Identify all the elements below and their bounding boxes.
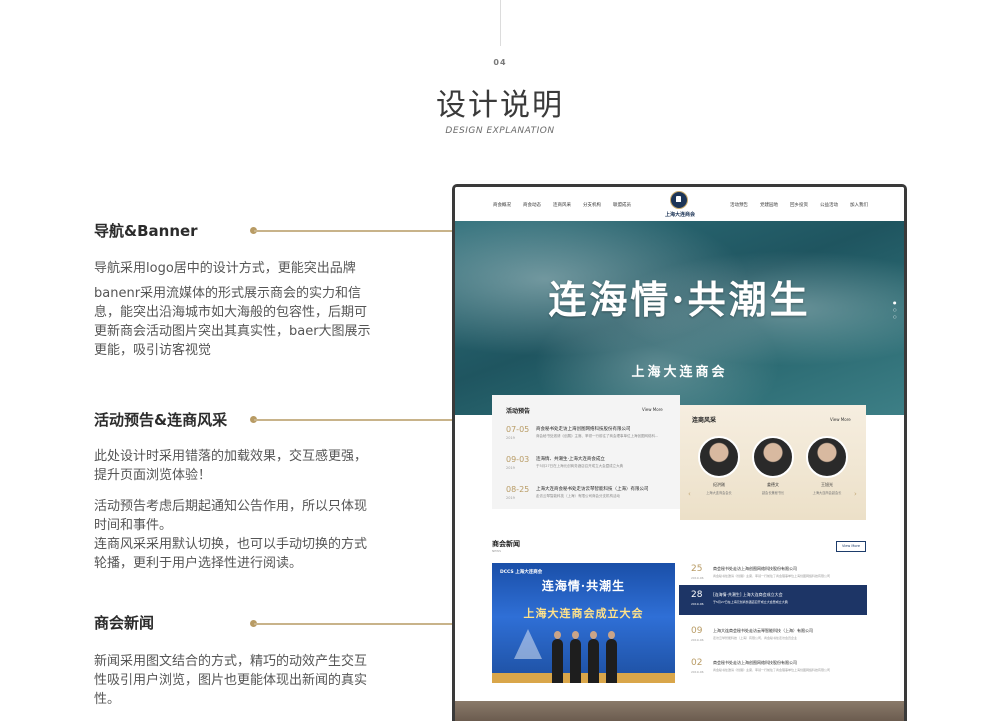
activity-desc: 于5月27日在上海元创商务酒店召开成立大会暨成立大典 — [536, 464, 624, 468]
feature-paragraph: 连商风采采用默认切换，也可以手动切换的方式轮播，更利于用户选择性进行阅读。 — [94, 537, 368, 571]
activity-date: 08-25 — [506, 485, 530, 494]
activity-headline: 上海大连商会秘书处走访云琴智能科技（上海）有限公司 — [536, 487, 649, 492]
news-desc: 走访云琴智能科技（上海）有限公司，商会秘书处走访会员企业 — [713, 636, 798, 640]
activity-date: 09-03 — [506, 455, 530, 464]
nav-item[interactable]: 党建园地 — [760, 202, 778, 208]
news-day: 28 — [691, 590, 703, 600]
member-card[interactable]: 纪洪刚 上海大连商会会长 — [697, 436, 741, 495]
connector-line — [254, 623, 458, 625]
news-title: 商会新闻 — [492, 540, 520, 548]
member-card[interactable]: 王旭光 上海大连商会副会长 — [805, 436, 849, 495]
sailing-ship-icon — [514, 629, 542, 659]
members-title: 连商风采 — [692, 417, 717, 424]
section-number: 04 — [493, 58, 507, 67]
news-year-month: 2019-06 — [691, 602, 704, 606]
feature-paragraph: 活动预告考虑后期起通知公告作用，所以只体现时间和事件。 — [94, 499, 368, 533]
members-view-more[interactable]: View More — [830, 417, 851, 422]
news-item-active[interactable]: 28 2019-06 [连海情·共潮生] 上海大连商会成立大会 于5月27日在上… — [679, 585, 867, 615]
member-showcase-panel: 连商风采 View More ‹ 纪洪刚 上海大连商会会长 姜德文 副会长兼秘书… — [680, 405, 866, 520]
member-name: 王旭光 — [821, 482, 833, 487]
nav-item[interactable]: 加入我们 — [850, 202, 868, 208]
activity-view-more[interactable]: View More — [642, 407, 663, 412]
connector-line — [254, 419, 458, 421]
feature-paragraph: banenr采用流媒体的形式展示商会的实力和信息，能突出沿海城市如大海般的包容性… — [94, 286, 371, 358]
nav-item[interactable]: 回乡投资 — [790, 202, 808, 208]
activity-date: 07-05 — [506, 425, 530, 434]
avatar — [698, 436, 740, 478]
logo-text: 上海大连商会 — [664, 212, 695, 218]
nav-item[interactable]: 联盟成员 — [613, 202, 631, 208]
feature-paragraph: 此处设计时采用错落的加载效果，交互感更强，提升页面浏览体验！ — [94, 449, 368, 483]
news-image-title: 连海情·共潮生 — [541, 579, 626, 593]
section-title: 设计说明 — [436, 88, 564, 123]
news-year-month: 2019-06 — [691, 576, 704, 580]
chevron-left-icon[interactable]: ‹ — [688, 490, 691, 498]
avatar — [806, 436, 848, 478]
section-subtitle: DESIGN EXPLANATION — [445, 126, 555, 136]
news-day: 25 — [691, 564, 703, 574]
banner-title: 连海情·共潮生 — [548, 277, 811, 322]
news-headline: [连海情·共潮生] 上海大连商会成立大会 — [713, 592, 783, 597]
news-item[interactable]: 02 2019-06 商会秘书处走访上海创图网络科技股份有限公司 商会秘书处邀请… — [679, 653, 867, 683]
news-desc: 商会秘书处邀请《创展》主席、率领一行前往了商会理事单位上海创图网络科技有限公司 — [713, 574, 831, 578]
activity-preview-panel: 活动预告 View More 07-05 2019 商会秘书处走访上海创图网络科… — [492, 395, 680, 509]
news-headline: 上海大连商会秘书处走访云琴智能科技（上海）有限公司 — [713, 628, 813, 633]
site-nav: 商会概况 商会动态 连商风采 分支机构 联盟成员 上海大连商会 活动预告 党建园… — [455, 187, 904, 221]
website-mockup: 商会概况 商会动态 连商风采 分支机构 联盟成员 上海大连商会 活动预告 党建园… — [452, 184, 907, 721]
news-headline: 商会秘书处走访上海创图网络科技股份有限公司 — [713, 566, 797, 571]
member-name: 姜德文 — [767, 482, 779, 487]
news-feature-image[interactable]: DCCS 上海大连商会 连海情·共潮生 上海大连商会成立大会 — [492, 563, 675, 683]
feature-paragraph: 导航采用logo居中的设计方式，更能突出品牌 — [94, 261, 356, 276]
news-day: 09 — [691, 626, 703, 636]
news-desc: 于5月27日在上海元创商务酒店召开成立大会暨成立大典 — [713, 600, 788, 604]
chevron-right-icon[interactable]: › — [854, 490, 857, 498]
news-day: 02 — [691, 658, 703, 668]
feature-activity-members: 活动预告&连商风采 此处设计时采用错落的加载效果，交互感更强，提升页面浏览体验！… — [94, 409, 374, 573]
top-divider-line — [500, 0, 501, 46]
banner-subtitle: 上海大连商会 — [631, 365, 728, 380]
feature-nav-banner: 导航&Banner 导航采用logo居中的设计方式，更能突出品牌 banenr采… — [94, 220, 374, 360]
person-figure — [588, 631, 599, 683]
avatar — [752, 436, 794, 478]
nav-item[interactable]: 商会概况 — [493, 202, 511, 208]
activity-year: 2019 — [506, 496, 515, 500]
news-image-tag: DCCS 上海大连商会 — [500, 570, 543, 575]
nav-item[interactable]: 连商风采 — [553, 202, 571, 208]
activity-title: 活动预告 — [506, 408, 531, 415]
nav-item[interactable]: 商会动态 — [523, 202, 541, 208]
nav-item[interactable]: 公益活动 — [820, 202, 838, 208]
activity-headline: 连海情、共潮生·上海大连商会成立 — [536, 457, 605, 462]
activity-desc: 商会秘书处邀请《创展》主席、率领一行前往了商会理事单位上海创图网络科... — [536, 434, 659, 438]
activity-year: 2019 — [506, 436, 515, 440]
news-image-subtitle: 上海大连商会成立大会 — [523, 607, 644, 620]
member-role: 副会长兼秘书长 — [761, 491, 785, 495]
news-view-more-button[interactable]: View More — [836, 541, 866, 552]
stage-floor — [492, 673, 675, 683]
member-name: 纪洪刚 — [713, 482, 725, 487]
feature-paragraph: 新闻采用图文结合的方式，精巧的动效产生交互性吸引用户浏览，图片也更能体现出新闻的… — [94, 654, 368, 707]
news-headline: 商会秘书处走访上海创图网络科技股份有限公司 — [713, 660, 797, 665]
news-year-month: 2019-06 — [691, 638, 704, 642]
connector-line — [254, 230, 458, 232]
feature-news: 商会新闻 新闻采用图文结合的方式，精巧的动效产生交互性吸引用户浏览，图片也更能体… — [94, 612, 374, 709]
news-year-month: 2019-06 — [691, 670, 704, 674]
nav-item[interactable]: 分支机构 — [583, 202, 601, 208]
person-figure — [606, 631, 617, 683]
member-role: 上海大连商会副会长 — [812, 491, 842, 495]
footer-image-strip — [455, 701, 904, 721]
hero-banner[interactable]: 连海情·共潮生 上海大连商会 ● ○ ○ — [455, 221, 904, 415]
news-desc: 商会秘书处邀请《创展》主席、率领一行前往了商会理事单位上海创图网络科技有限公司 — [713, 668, 831, 672]
person-figure — [570, 631, 581, 683]
member-role: 上海大连商会会长 — [706, 491, 732, 495]
member-card[interactable]: 姜德文 副会长兼秘书长 — [751, 436, 795, 495]
activity-headline: 商会秘书处走访上海创图网络科技股份有限公司 — [536, 427, 631, 432]
person-figure — [552, 631, 563, 683]
logo-emblem-icon[interactable] — [670, 191, 688, 209]
nav-item[interactable]: 活动预告 — [730, 202, 748, 208]
news-item[interactable]: 09 2019-06 上海大连商会秘书处走访云琴智能科技（上海）有限公司 走访云… — [679, 621, 867, 651]
activity-year: 2019 — [506, 466, 515, 470]
news-title-en: NEWS — [492, 549, 502, 553]
activity-desc: 走访云琴智能科技（上海）有限公司商会分支机构活动 — [536, 494, 620, 498]
carousel-dots-icon[interactable]: ● ○ ○ — [893, 299, 897, 320]
